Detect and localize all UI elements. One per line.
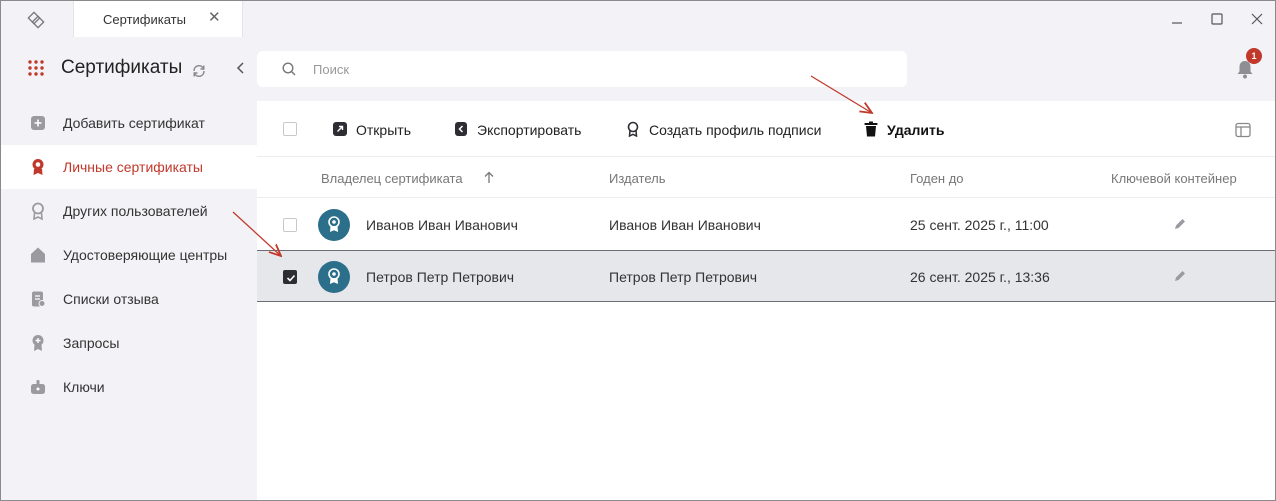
sidebar-item-revocation-lists[interactable]: Списки отзыва	[1, 277, 257, 321]
tab-certificates[interactable]: Сертификаты ✕	[73, 1, 243, 37]
badge-outline-icon	[627, 121, 639, 137]
sidebar-item-keys[interactable]: Ключи	[1, 365, 257, 409]
valid-until-cell: 25 сент. 2025 г., 11:00	[910, 217, 1049, 233]
maximize-icon[interactable]	[1207, 9, 1227, 29]
search-bar	[257, 51, 907, 87]
app-logo-icon	[27, 11, 45, 29]
table-row[interactable]: Иванов Иван Иванович Иванов Иван Иванови…	[257, 199, 1275, 251]
certificate-badge-icon	[328, 268, 340, 284]
row-checkbox[interactable]	[283, 218, 297, 232]
table-row-selected[interactable]: Петров Петр Петрович Петров Петр Петрови…	[257, 250, 1275, 302]
certificate-avatar	[318, 209, 350, 241]
checkmark-icon	[286, 274, 296, 282]
home-icon	[31, 247, 45, 263]
column-issuer[interactable]: Издатель	[609, 171, 666, 186]
sidebar-item-personal-certificates[interactable]: Личные сертификаты	[1, 145, 257, 189]
search-input[interactable]	[313, 59, 893, 79]
issuer-cell: Иванов Иван Иванович	[609, 217, 761, 233]
pencil-key-icon[interactable]	[1173, 217, 1187, 231]
delete-label: Удалить	[887, 122, 945, 138]
create-profile-label: Создать профиль подписи	[649, 122, 822, 138]
table-header: Владелец сертификата Издатель Годен до К…	[257, 158, 1275, 198]
sidebar-item-label: Ключи	[63, 379, 105, 395]
sidebar-item-add-certificate[interactable]: Добавить сертификат	[1, 101, 257, 145]
sort-ascending-icon[interactable]	[483, 171, 495, 184]
sidebar-item-certification-centers[interactable]: Удостоверяющие центры	[1, 233, 257, 277]
sidebar-title: Сертификаты	[61, 57, 183, 78]
column-owner[interactable]: Владелец сертификата	[321, 171, 463, 186]
plus-square-icon	[31, 116, 45, 130]
minimize-icon[interactable]	[1167, 9, 1187, 29]
sidebar-item-label: Удостоверяющие центры	[63, 247, 228, 263]
export-icon	[455, 122, 467, 136]
sidebar-item-label: Списки отзыва	[63, 291, 159, 307]
key-icon	[31, 380, 45, 394]
app-grid-icon[interactable]	[27, 59, 45, 77]
document-list-icon	[32, 291, 46, 307]
ribbon-badge-icon	[32, 159, 44, 175]
owner-cell: Иванов Иван Иванович	[366, 217, 518, 233]
refresh-icon[interactable]	[191, 63, 207, 79]
open-label: Открыть	[356, 122, 411, 138]
sidebar-item-label: Добавить сертификат	[63, 115, 205, 131]
trash-icon	[864, 121, 878, 137]
chevron-left-icon[interactable]	[234, 61, 248, 75]
sidebar-header: Сертификаты	[1, 49, 257, 89]
sidebar-item-label: Личные сертификаты	[63, 159, 203, 175]
certificates-panel: Открыть Экспортировать Создать профиль п…	[257, 101, 1275, 500]
sidebar-item-other-users[interactable]: Других пользователей	[1, 189, 257, 233]
badge-request-icon	[32, 335, 44, 351]
sidebar-item-requests[interactable]: Запросы	[1, 321, 257, 365]
row-checkbox-checked[interactable]	[283, 270, 297, 284]
sidebar-item-label: Запросы	[63, 335, 120, 351]
badge-outline-icon	[32, 202, 44, 220]
column-valid-until[interactable]: Годен до	[910, 171, 964, 186]
valid-until-cell: 26 сент. 2025 г., 13:36	[910, 269, 1050, 285]
sidebar-item-label: Других пользователей	[63, 203, 208, 219]
open-external-icon	[333, 122, 347, 136]
app-window: Сертификаты ✕ Сертификаты Добавить серти…	[0, 0, 1276, 501]
owner-cell: Петров Петр Петрович	[366, 269, 515, 285]
issuer-cell: Петров Петр Петрович	[609, 269, 758, 285]
select-all-checkbox[interactable]	[283, 122, 297, 136]
certificate-avatar	[318, 261, 350, 293]
pencil-key-icon[interactable]	[1173, 269, 1187, 283]
toolbar: Открыть Экспортировать Создать профиль п…	[257, 101, 1275, 157]
search-icon	[282, 62, 296, 76]
export-label: Экспортировать	[477, 122, 582, 138]
columns-layout-icon[interactable]	[1235, 122, 1251, 138]
certificate-badge-icon	[328, 216, 340, 232]
sidebar: Сертификаты Добавить сертификат Личные с…	[1, 37, 257, 500]
column-key-container[interactable]: Ключевой контейнер	[1111, 171, 1237, 186]
notification-badge: 1	[1246, 48, 1262, 64]
tab-close-icon[interactable]: ✕	[208, 10, 221, 26]
close-window-icon[interactable]	[1247, 9, 1267, 29]
title-bar: Сертификаты ✕	[1, 1, 1275, 37]
tab-label: Сертификаты	[103, 12, 186, 27]
